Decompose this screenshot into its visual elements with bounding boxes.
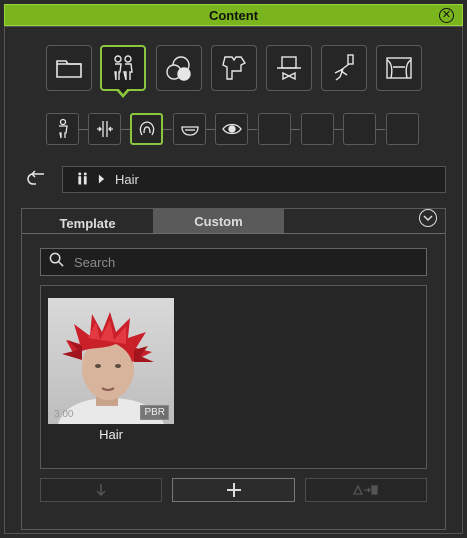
- plus-icon: [226, 483, 241, 497]
- breadcrumb: Hair: [62, 166, 446, 193]
- empty-slot[interactable]: [386, 113, 419, 145]
- empty-slot[interactable]: [343, 113, 376, 145]
- breadcrumb-label: Hair: [115, 172, 139, 187]
- motion-figure-icon[interactable]: [321, 45, 367, 91]
- chevron-down-icon[interactable]: [419, 209, 437, 227]
- head-icon[interactable]: [173, 113, 206, 145]
- material-spheres-icon[interactable]: [156, 45, 202, 91]
- replace-icon: [353, 484, 378, 495]
- search-input[interactable]: [74, 254, 394, 270]
- tab-template[interactable]: Template: [22, 211, 153, 235]
- close-icon[interactable]: ✕: [439, 8, 454, 23]
- avatar-small-icon: [77, 171, 88, 188]
- search-box: [40, 248, 427, 276]
- window-title: Content: [208, 7, 259, 23]
- hair-icon[interactable]: [130, 113, 163, 145]
- list-item[interactable]: 3.00 PBR Hair: [48, 298, 174, 442]
- tab-custom[interactable]: Custom: [153, 209, 284, 233]
- empty-slot[interactable]: [258, 113, 291, 145]
- arrow-down-icon: [96, 484, 106, 496]
- chevron-right-icon: [98, 172, 105, 187]
- empty-slot[interactable]: [301, 113, 334, 145]
- accessory-hat-icon[interactable]: [266, 45, 312, 91]
- pbr-badge: PBR: [140, 405, 169, 420]
- stage-curtain-icon[interactable]: [376, 45, 422, 91]
- body-icon[interactable]: [46, 113, 79, 145]
- active-pointer: [116, 88, 130, 98]
- search-icon: [49, 252, 64, 272]
- add-button[interactable]: [172, 478, 295, 502]
- version-label: 3.00: [54, 409, 74, 420]
- eye-icon[interactable]: [215, 113, 248, 145]
- replace-button[interactable]: [305, 478, 427, 502]
- item-caption: Hair: [99, 427, 123, 442]
- apply-button[interactable]: [40, 478, 162, 502]
- morph-icon[interactable]: [88, 113, 121, 145]
- avatar-icon[interactable]: [100, 45, 146, 91]
- content-grid: 3.00 PBR Hair: [40, 285, 427, 469]
- item-thumbnail[interactable]: 3.00 PBR: [48, 298, 174, 424]
- title-bar: Content ✕: [4, 4, 463, 26]
- cloth-icon[interactable]: [211, 45, 257, 91]
- back-arrow-icon[interactable]: [24, 170, 48, 188]
- folder-icon[interactable]: [46, 45, 92, 91]
